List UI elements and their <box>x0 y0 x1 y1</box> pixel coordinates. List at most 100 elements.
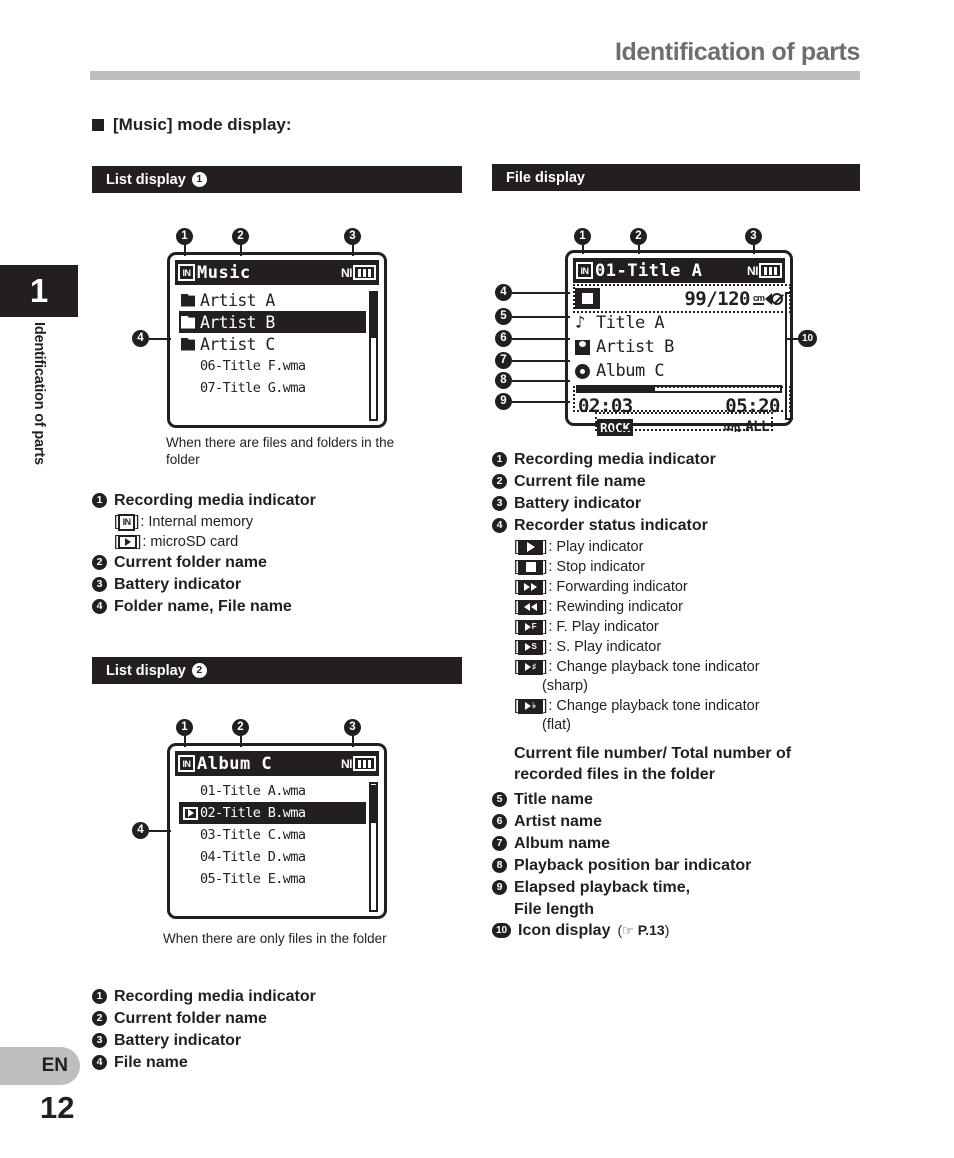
legend-number: 4 <box>92 1055 107 1070</box>
list-item[interactable]: Artist C <box>179 333 366 355</box>
legend-label: Current file name <box>514 473 646 490</box>
mode-heading-text: [Music] mode display: <box>113 115 292 134</box>
section-header-list-display-2: List display 2 <box>92 657 462 684</box>
status-sub-item: []: Rewinding indicator <box>514 598 683 615</box>
lcd-title-bar: IN 01-Title A NI <box>573 258 785 283</box>
list-item-label: 04-Title D.wma <box>200 849 306 865</box>
list-item[interactable]: 06-Title F.wma <box>179 355 366 377</box>
scrollbar[interactable] <box>369 782 378 912</box>
tone-sharp-icon: ♯ <box>518 659 544 675</box>
lcd-folder-title: Music <box>197 262 251 283</box>
list-item[interactable]: Artist A <box>179 289 366 311</box>
scrollbar[interactable] <box>369 291 378 421</box>
title-row: ♪ Title A <box>575 311 783 335</box>
callout-leader <box>582 245 584 254</box>
language-tab: EN <box>0 1047 80 1085</box>
callout-leader <box>785 292 793 294</box>
legend-item: 4 File name <box>92 1052 472 1073</box>
list-item[interactable]: 05-Title E.wma <box>179 868 366 890</box>
callout-leader <box>512 338 570 340</box>
page-number: 12 <box>40 1090 75 1125</box>
lcd-folder-title: Album C <box>197 753 273 774</box>
folder-icon <box>181 293 200 307</box>
legend-item: 2 Current file name <box>492 471 892 492</box>
title-rule <box>90 71 860 80</box>
chapter-number: 1 <box>29 272 49 309</box>
list-item-label: 01-Title A.wma <box>200 783 306 799</box>
list-item[interactable]: 03-Title C.wma <box>179 824 366 846</box>
legend-label: Icon display <box>518 922 611 939</box>
list-item[interactable]: 07-Title G.wma <box>179 377 366 399</box>
list-display-2-caption: When there are only files in the folder <box>163 931 387 946</box>
callout-leader <box>184 245 186 256</box>
artist-name-value: Artist B <box>596 337 674 357</box>
callout-leader <box>352 245 354 256</box>
list-item-label: 05-Title E.wma <box>200 871 306 887</box>
list-item[interactable]: 04-Title D.wma <box>179 846 366 868</box>
album-row: Album C <box>575 359 783 383</box>
list-item[interactable]: Artist B <box>179 311 366 333</box>
callout-leader-vertical <box>785 292 787 420</box>
status-sub-label: : F. Play indicator <box>548 619 659 635</box>
status-sub-item: []: Stop indicator <box>514 558 646 575</box>
callout-leader <box>184 736 186 747</box>
internal-memory-icon: IN <box>178 755 195 772</box>
list-item[interactable]: 01-Title A.wma <box>179 780 366 802</box>
legend-item: 1 Recording media indicator <box>92 986 472 1007</box>
page-reference[interactable]: (☞ P.13) <box>617 920 669 941</box>
lcd-title-bar: IN Music NI <box>175 260 379 285</box>
status-sub-item: []: Play indicator <box>514 538 644 555</box>
status-and-counter-row: 99/120 cm <box>575 286 783 311</box>
legend-number: 3 <box>92 577 107 592</box>
legend-number: 6 <box>492 814 507 829</box>
lcd-file-title: 01-Title A <box>595 260 703 281</box>
callout-leader <box>785 418 793 420</box>
callout-leader <box>149 830 171 832</box>
status-sub-label: : S. Play indicator <box>548 639 662 655</box>
file-number-description: Current file number/ Total number of rec… <box>514 745 792 783</box>
legend-item: 5 Title name <box>492 789 892 810</box>
legend-label: Playback position bar indicator <box>514 857 752 874</box>
section-header-file-display: File display <box>492 164 860 191</box>
list-item-label: Artist B <box>200 312 275 332</box>
legend-label: File name <box>114 1054 188 1071</box>
microsd-icon <box>118 535 138 549</box>
status-sub-item: [♯]: Change playback tone indicator <box>514 658 760 675</box>
album-name-value: Album C <box>596 361 665 381</box>
callout-leader <box>512 401 570 403</box>
legend-sub-item: []: microSD card <box>114 533 239 550</box>
list-item-label: 02-Title B.wma <box>200 805 306 821</box>
legend-label: Battery indicator <box>114 1032 242 1049</box>
playback-position-bar[interactable] <box>576 385 782 393</box>
page-reference-label: P.13 <box>637 922 665 938</box>
bottom-row: ROCK ∞⇅ ALL <box>575 417 783 436</box>
legend-item: 2 Current folder name <box>92 1008 472 1029</box>
legend-label: Recording media indicator <box>114 988 316 1005</box>
list-item-label: 03-Title C.wma <box>200 827 306 843</box>
legend-item: 4 Folder name, File name <box>92 596 472 617</box>
square-bullet-icon <box>92 119 104 131</box>
legend-list-display-1: 1 Recording media indicator [IN]: Intern… <box>92 490 472 618</box>
legend-item: 2 Current folder name <box>92 552 472 573</box>
equalizer-tag: ROCK <box>597 418 634 436</box>
status-sub-label: : Change playback tone indicator <box>548 659 760 675</box>
legend-item: 1 Recording media indicator <box>492 449 892 470</box>
legend-label: Recorder status indicator <box>514 517 708 534</box>
language-code: EN <box>41 1055 68 1076</box>
lcd-file-display: IN 01-Title A NI 99/120 cm ♪ Title A Art… <box>565 250 793 436</box>
callout-leader <box>785 338 799 340</box>
pointing-hand-icon: ☞ <box>622 923 634 938</box>
legend-number: 10 <box>492 923 511 938</box>
slow-play-icon: S <box>518 639 544 655</box>
list-item[interactable]: 02-Title B.wma <box>179 802 366 824</box>
list-item-label: Artist C <box>200 334 275 354</box>
tone-flat-icon: ♭ <box>518 698 544 714</box>
list-item-label: 06-Title F.wma <box>200 358 306 374</box>
legend-label: Current folder name <box>114 554 267 571</box>
legend-number: 1 <box>92 493 107 508</box>
shuffle-icon: ∞⇅ <box>724 417 742 436</box>
legend-label: Current folder name <box>114 1010 267 1027</box>
legend-number: 1 <box>492 452 507 467</box>
legend-item: 10 Icon display (☞ P.13) <box>492 920 892 941</box>
legend-number: 5 <box>492 792 507 807</box>
